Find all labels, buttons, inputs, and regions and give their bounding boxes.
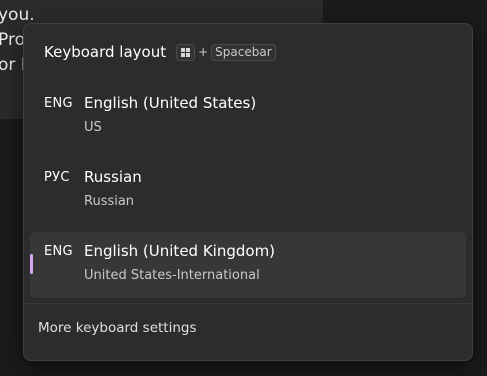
divider bbox=[24, 303, 472, 304]
shortcut-hint: + Spacebar bbox=[176, 43, 276, 61]
layout-item-english-uk[interactable]: ENG English (United Kingdom) United Stat… bbox=[30, 232, 466, 298]
keyboard-name: United States-International bbox=[84, 268, 260, 283]
windows-logo-icon bbox=[181, 47, 191, 57]
keyboard-layout-flyout: Keyboard layout + Spacebar ENG English (… bbox=[23, 23, 473, 361]
layout-item-russian[interactable]: РУС Russian Russian bbox=[30, 158, 466, 224]
flyout-title: Keyboard layout bbox=[44, 43, 167, 61]
selection-indicator bbox=[30, 254, 33, 274]
windows-key-icon bbox=[176, 43, 196, 61]
more-keyboard-settings-link[interactable]: More keyboard settings bbox=[38, 320, 197, 336]
language-code: РУС bbox=[44, 170, 70, 185]
flyout-header: Keyboard layout + Spacebar bbox=[44, 40, 276, 64]
shortcut-plus: + bbox=[198, 45, 209, 59]
language-code: ENG bbox=[44, 96, 73, 111]
language-name: English (United Kingdom) bbox=[84, 242, 276, 260]
layout-item-english-us[interactable]: ENG English (United States) US bbox=[30, 84, 466, 150]
language-code: ENG bbox=[44, 244, 73, 259]
spacebar-key: Spacebar bbox=[211, 43, 276, 61]
language-name: English (United States) bbox=[84, 94, 257, 112]
language-name: Russian bbox=[84, 168, 142, 186]
keyboard-name: US bbox=[84, 120, 102, 135]
keyboard-name: Russian bbox=[84, 194, 135, 209]
